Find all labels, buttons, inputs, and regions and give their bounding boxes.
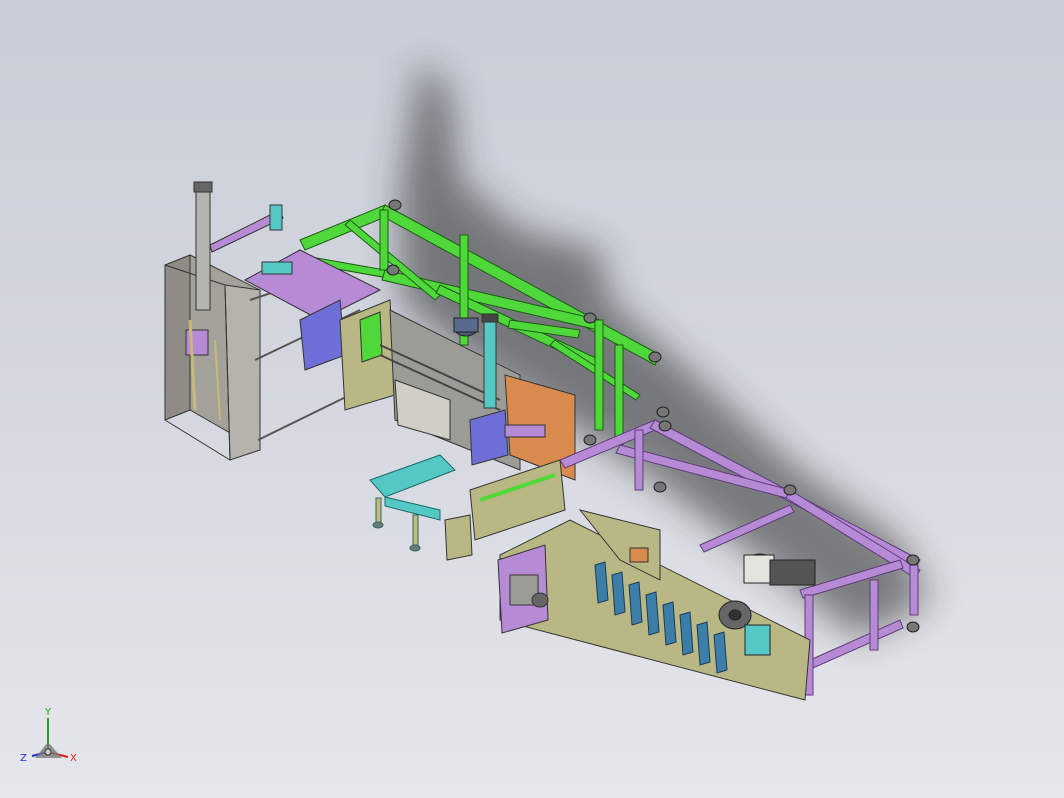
cad-viewport[interactable]: Y X Z: [0, 0, 1064, 798]
feed-gearbox[interactable]: [497, 544, 549, 634]
y-axis-label: Y: [44, 707, 52, 718]
motor[interactable]: [453, 317, 479, 337]
axis-triad: Y X Z: [20, 707, 77, 764]
output-table[interactable]: [369, 454, 456, 552]
center-actuator[interactable]: [481, 313, 499, 409]
x-axis-label: X: [70, 753, 77, 764]
z-axis-label: Z: [20, 753, 27, 764]
model-shadow: [400, 60, 930, 640]
left-cabinet[interactable]: [164, 254, 261, 461]
